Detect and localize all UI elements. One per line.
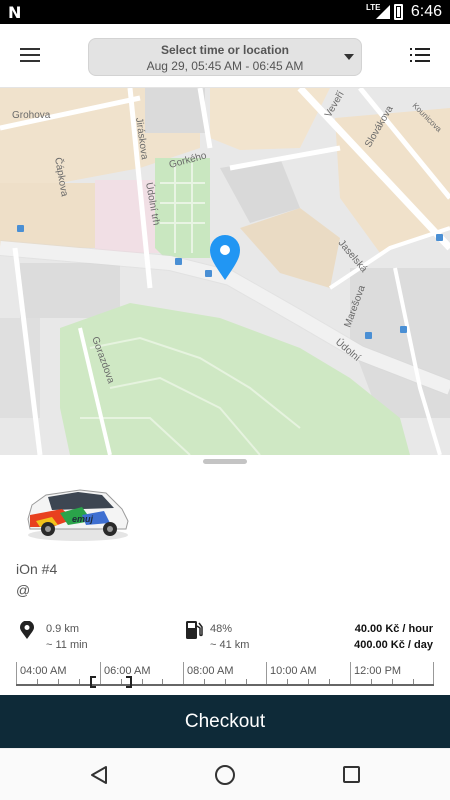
car-name: iOn #4 xyxy=(16,561,58,577)
app-bar: Select time or location Aug 29, 05:45 AM… xyxy=(0,24,450,88)
fuel-pump-icon xyxy=(186,621,203,639)
checkout-button[interactable]: Checkout xyxy=(0,695,450,748)
list-view-icon[interactable] xyxy=(410,48,430,62)
recent-apps-icon[interactable] xyxy=(343,766,360,783)
selector-title: Select time or location xyxy=(160,43,290,57)
distance: 0.9 km xyxy=(46,623,80,635)
car-photo: emuj xyxy=(27,489,129,541)
drag-handle[interactable] xyxy=(203,459,247,464)
fuel-range: ~ 41 km xyxy=(210,639,250,651)
dropdown-caret-icon xyxy=(344,54,354,60)
timeline-label: 12:00 PM xyxy=(354,665,402,677)
status-bar: N LTE 6:46 xyxy=(0,0,450,24)
notification-logo-icon: N xyxy=(8,3,22,22)
car-detail-sheet: emuj iOn #4 @ 0.9 km ~ 11 min 48% ~ 41 k… xyxy=(0,455,450,695)
hamburger-menu-icon[interactable] xyxy=(20,46,42,64)
timeline-axis xyxy=(16,684,434,686)
timeline-label: 10:00 AM xyxy=(270,665,317,677)
transit-stop-icon xyxy=(17,225,24,232)
price-per-hour: 40.00 Kč / hour xyxy=(354,623,433,635)
transit-stop-icon xyxy=(436,234,443,241)
transit-stop-icon xyxy=(400,326,407,333)
timeline-label: 08:00 AM xyxy=(187,665,234,677)
battery-icon xyxy=(394,4,403,20)
availability-timeline[interactable]: 04:00 AM 06:00 AM 08:00 AM 10:00 AM 12:0… xyxy=(16,662,434,692)
timeline-label: 04:00 AM xyxy=(20,665,67,677)
price-per-day: 400.00 Kč / day xyxy=(354,639,433,651)
svg-text:emuj: emuj xyxy=(72,514,94,524)
car-info-row: 0.9 km ~ 11 min 48% ~ 41 km 40.00 Kč / h… xyxy=(0,620,450,656)
system-nav-bar xyxy=(0,748,450,800)
location-pin-icon xyxy=(20,621,34,639)
street-label: Grohova xyxy=(12,110,51,121)
home-circle-icon[interactable] xyxy=(215,765,235,785)
transit-stop-icon xyxy=(365,332,372,339)
signal-icon xyxy=(376,5,390,19)
status-time: 6:46 xyxy=(410,3,442,20)
back-triangle-icon[interactable] xyxy=(90,765,108,785)
selector-value: Aug 29, 05:45 AM - 06:45 AM xyxy=(146,59,304,73)
fuel-level: 48% xyxy=(210,623,233,635)
map-view[interactable]: Grohova Čápkova Jiráskova Gorkého Údolní… xyxy=(0,88,450,455)
timeline-selection[interactable] xyxy=(90,676,132,688)
walk-time: ~ 11 min xyxy=(46,639,88,651)
car-address: @ xyxy=(16,582,31,598)
transit-stop-icon xyxy=(175,258,182,265)
transit-stop-icon xyxy=(205,270,212,277)
time-location-selector[interactable]: Select time or location Aug 29, 05:45 AM… xyxy=(88,38,362,76)
